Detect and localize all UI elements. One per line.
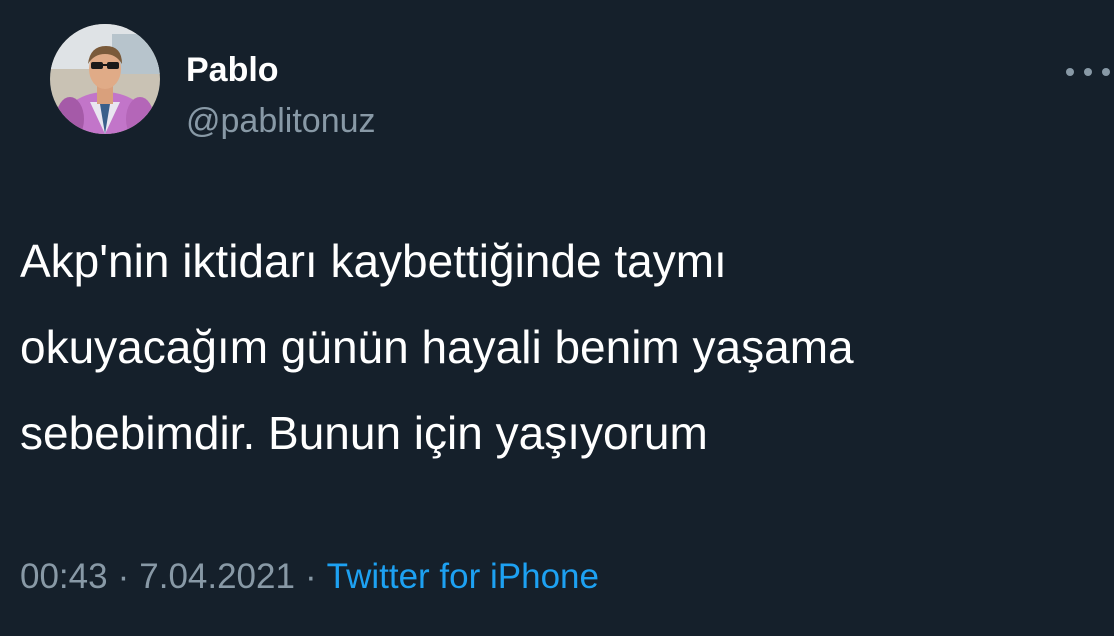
avatar[interactable] [50,24,160,134]
more-horizontal-icon [1084,68,1092,76]
author-name[interactable]: Pablo [186,50,279,90]
tweet-text: Akp'nin iktidarı kaybettiğinde taymı oku… [20,218,1100,476]
tweet-metadata: 00:43 · 7.04.2021 · Twitter for iPhone [20,555,599,599]
tweet-card: Pablo @pablitonuz Akp'nin iktidarı kaybe… [0,0,1114,636]
tweet-text-line: Akp'nin iktidarı kaybettiğinde taymı [20,235,727,287]
more-horizontal-icon [1102,68,1110,76]
tweet-date[interactable]: 7.04.2021 [139,557,295,596]
tweet-source-link[interactable]: Twitter for iPhone [327,557,599,596]
profile-photo-icon [50,24,160,134]
tweet-time[interactable]: 00:43 [20,557,108,596]
meta-separator: · [304,557,317,596]
more-horizontal-icon [1066,68,1074,76]
meta-separator: · [117,557,130,596]
more-options-button[interactable] [1066,58,1110,86]
tweet-text-line: okuyacağım günün hayali benim yaşama [20,321,854,373]
author-handle[interactable]: @pablitonuz [186,101,376,141]
tweet-text-line: sebebimdir. Bunun için yaşıyorum [20,407,708,459]
